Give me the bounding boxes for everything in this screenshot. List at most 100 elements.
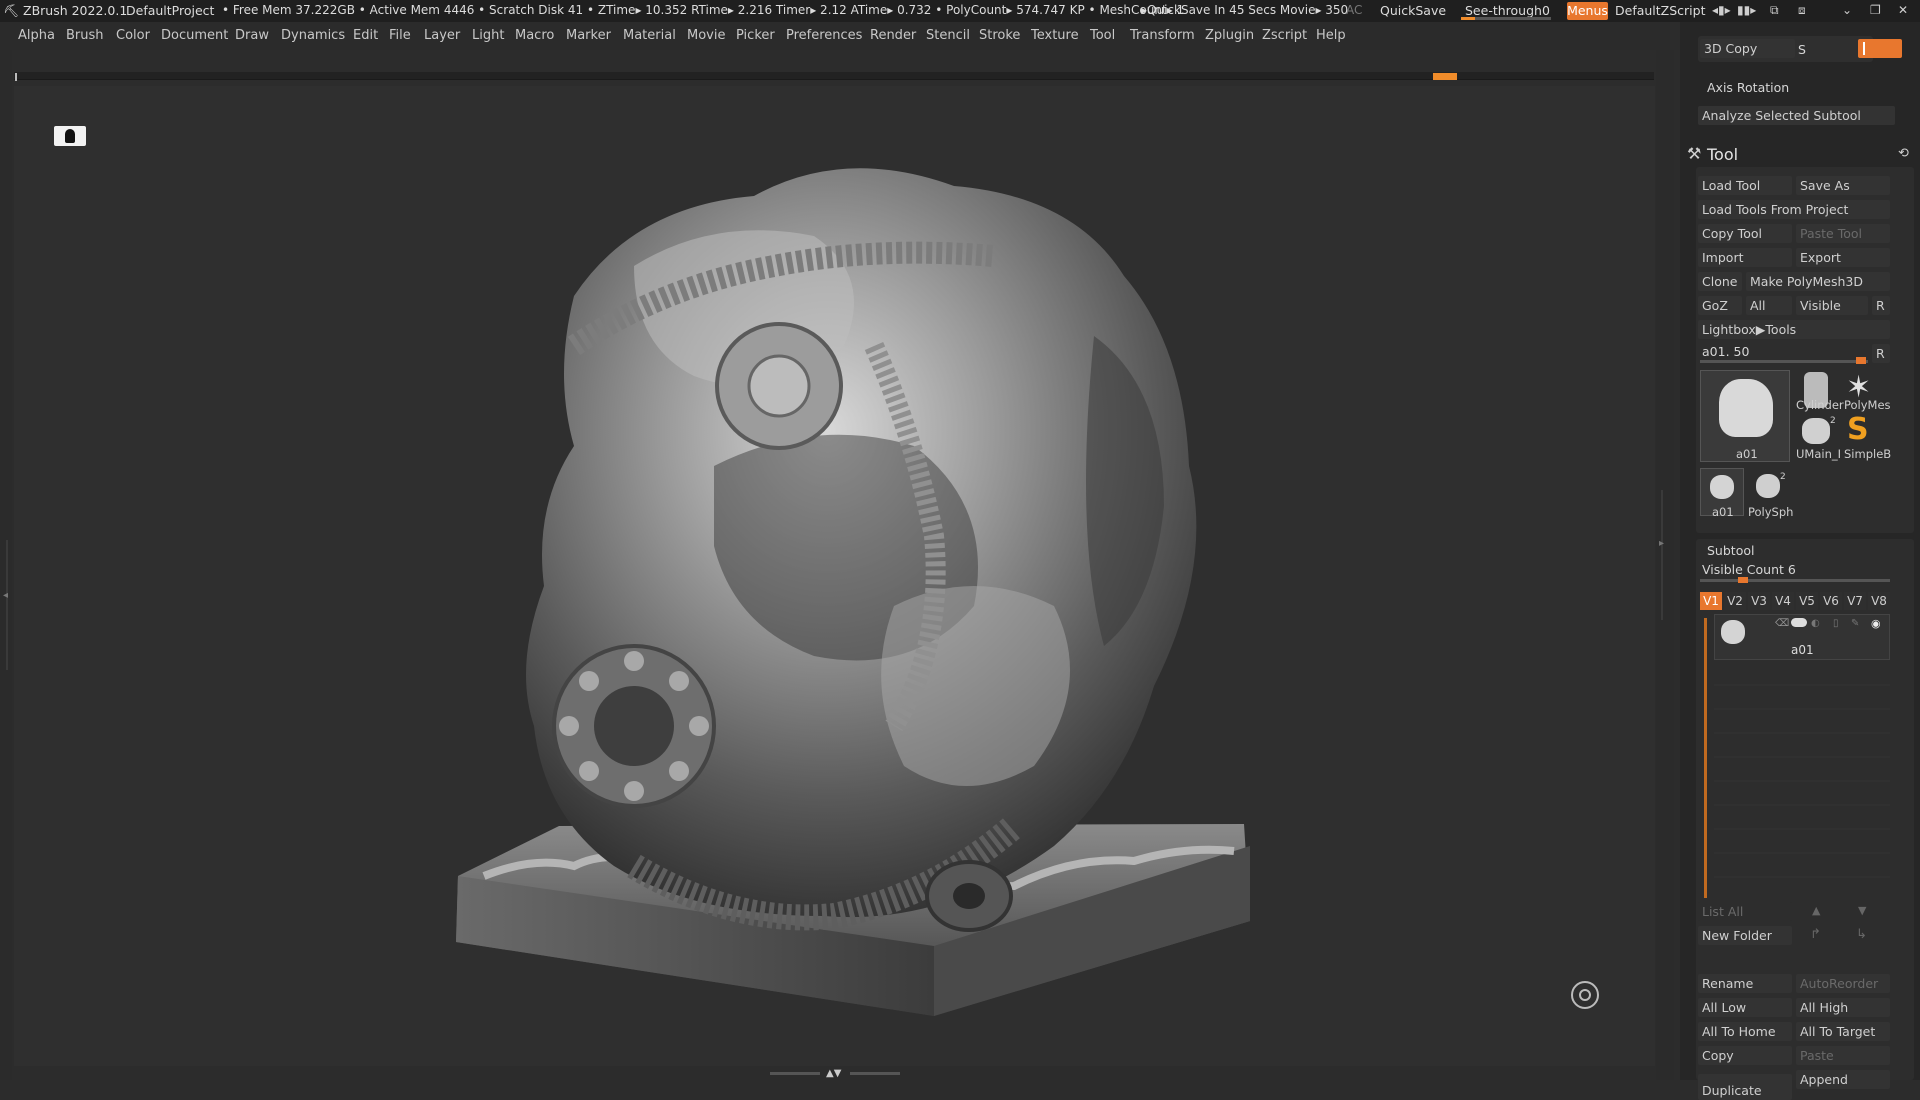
goz-button[interactable]: GoZ — [1698, 296, 1742, 315]
import-button[interactable]: Import — [1698, 248, 1792, 267]
layout-left-icon[interactable]: ◂▮▸ — [1712, 3, 1731, 17]
load-tool-button[interactable]: Load Tool — [1698, 176, 1792, 195]
rename-button[interactable]: Rename — [1698, 974, 1792, 993]
move-up-arrow-icon[interactable]: ▲ — [1812, 904, 1820, 917]
menu-layer[interactable]: Layer — [424, 28, 460, 43]
menu-alpha[interactable]: Alpha — [18, 28, 55, 43]
menu-draw[interactable]: Draw — [235, 28, 269, 43]
goz-all-button[interactable]: All — [1746, 296, 1792, 315]
subtool-toggle-icon[interactable] — [1791, 618, 1807, 627]
layout-right-icon[interactable]: ▮▮▸ — [1737, 3, 1756, 17]
menu-zscript[interactable]: Zscript — [1262, 28, 1307, 43]
right-tray-edge[interactable]: ▸ — [1656, 50, 1674, 1080]
tab-v7[interactable]: V7 — [1844, 592, 1866, 610]
maximize-icon[interactable]: ❐ — [1870, 3, 1881, 17]
goz-r-button[interactable]: R — [1872, 296, 1890, 315]
left-tray-edge[interactable]: ◂ — [0, 50, 12, 1080]
paste-subtool-button[interactable]: Paste — [1796, 1046, 1890, 1065]
export-button[interactable]: Export — [1796, 248, 1890, 267]
menus-toggle-button[interactable]: Menus — [1567, 2, 1608, 20]
clone-button[interactable]: Clone — [1698, 272, 1742, 291]
sculpt-model[interactable] — [14, 86, 1655, 1066]
subtool-eye-icon[interactable]: ◉ — [1871, 617, 1881, 630]
autoreorder-button[interactable]: AutoReorder — [1796, 974, 1890, 993]
all-to-target-button[interactable]: All To Target — [1796, 1022, 1890, 1041]
goz-visible-button[interactable]: Visible — [1796, 296, 1868, 315]
simplebrush-icon[interactable]: S — [1847, 412, 1869, 447]
move-down-arrow-icon[interactable]: ▼ — [1858, 904, 1866, 917]
tool-slider-handle[interactable] — [1856, 357, 1866, 364]
close-icon[interactable]: ✕ — [1898, 3, 1908, 17]
minimize-icon[interactable]: ⌄ — [1842, 3, 1852, 17]
subtool-scrollbar[interactable] — [1704, 618, 1707, 898]
subtool-lock-icon[interactable]: ▯ — [1833, 618, 1839, 629]
window-tile-icon[interactable]: ⧉ — [1770, 3, 1779, 18]
arrow-down-right-icon[interactable]: ↳ — [1856, 927, 1867, 942]
tab-v8[interactable]: V8 — [1868, 592, 1890, 610]
menu-texture[interactable]: Texture — [1031, 28, 1079, 43]
copy-tool-button[interactable]: Copy Tool — [1698, 224, 1792, 243]
menu-file[interactable]: File — [389, 28, 411, 43]
arrow-up-right-icon[interactable]: ↱ — [1810, 927, 1821, 942]
menu-edit[interactable]: Edit — [353, 28, 378, 43]
all-to-home-button[interactable]: All To Home — [1698, 1022, 1792, 1041]
timeline-track[interactable] — [14, 72, 1654, 80]
copy-subtool-button[interactable]: Copy — [1698, 1046, 1792, 1065]
window-restore-icon[interactable]: ⧈ — [1798, 3, 1806, 18]
menu-render[interactable]: Render — [870, 28, 916, 43]
menu-marker[interactable]: Marker — [566, 28, 611, 43]
canvas-viewport[interactable] — [14, 86, 1655, 1066]
gizmo-toggle-icon[interactable] — [1571, 981, 1599, 1009]
tab-v4[interactable]: V4 — [1772, 592, 1794, 610]
umain-tool-icon[interactable] — [1802, 418, 1830, 444]
tab-v5[interactable]: V5 — [1796, 592, 1818, 610]
menu-transform[interactable]: Transform — [1130, 28, 1195, 43]
tool-slider-r-button[interactable]: R — [1872, 344, 1890, 363]
load-tools-from-project-button[interactable]: Load Tools From Project — [1698, 200, 1890, 219]
menu-movie[interactable]: Movie — [687, 28, 725, 43]
tab-v3[interactable]: V3 — [1748, 592, 1770, 610]
all-high-button[interactable]: All High — [1796, 998, 1890, 1017]
new-folder-button[interactable]: New Folder — [1698, 926, 1792, 945]
menu-material[interactable]: Material — [623, 28, 676, 43]
bottom-tray-handle[interactable]: ▲▼ — [770, 1068, 900, 1079]
all-low-button[interactable]: All Low — [1698, 998, 1792, 1017]
axis-rotation-label[interactable]: Axis Rotation — [1707, 80, 1789, 95]
menu-tool[interactable]: Tool — [1090, 28, 1115, 43]
menu-help[interactable]: Help — [1316, 28, 1346, 43]
subtool-item-a01[interactable]: ⌫ ◐ ▯ ✎ ◉ a01 — [1714, 614, 1890, 660]
timeline-playhead[interactable] — [1433, 73, 1457, 80]
menu-stencil[interactable]: Stencil — [926, 28, 970, 43]
subtool-brush-icon[interactable]: ⌫ — [1775, 618, 1789, 629]
visible-count-handle[interactable] — [1738, 577, 1748, 583]
paste-tool-button[interactable]: Paste Tool — [1796, 224, 1890, 243]
zscript-button[interactable]: DefaultZScript — [1615, 3, 1706, 18]
project-name[interactable]: DefaultProject — [126, 3, 214, 18]
save-as-button[interactable]: Save As — [1796, 176, 1890, 195]
menu-brush[interactable]: Brush — [66, 28, 104, 43]
lightbox-tools-button[interactable]: Lightbox▶Tools — [1698, 320, 1890, 339]
visible-count-slider[interactable] — [1700, 579, 1890, 582]
tab-v2[interactable]: V2 — [1724, 592, 1746, 610]
s-value-field[interactable] — [1858, 39, 1902, 58]
menu-preferences[interactable]: Preferences — [786, 28, 862, 43]
duplicate-button[interactable]: Duplicate — [1698, 1074, 1792, 1100]
tool-slider-track[interactable] — [1700, 360, 1868, 363]
subtool-polypaint-icon[interactable]: ◐ — [1811, 618, 1820, 629]
menu-color[interactable]: Color — [116, 28, 150, 43]
menu-stroke[interactable]: Stroke — [979, 28, 1020, 43]
subtool-title[interactable]: Subtool — [1707, 543, 1754, 558]
subtool-pencil-icon[interactable]: ✎ — [1851, 618, 1859, 629]
menu-picker[interactable]: Picker — [736, 28, 775, 43]
refresh-icon[interactable]: ⟲ — [1898, 146, 1909, 161]
menu-dynamics[interactable]: Dynamics — [281, 28, 345, 43]
make-polymesh3d-button[interactable]: Make PolyMesh3D — [1746, 272, 1890, 291]
polysphere-tool-icon[interactable] — [1756, 474, 1780, 498]
menu-zplugin[interactable]: Zplugin — [1205, 28, 1254, 43]
analyze-subtool-button[interactable]: Analyze Selected Subtool — [1698, 106, 1895, 125]
3d-copy-button[interactable]: 3D Copy — [1700, 39, 1795, 58]
tab-v6[interactable]: V6 — [1820, 592, 1842, 610]
tab-v1[interactable]: V1 — [1700, 592, 1722, 610]
menu-document[interactable]: Document — [161, 28, 228, 43]
quicksave-button[interactable]: QuickSave — [1380, 3, 1446, 18]
